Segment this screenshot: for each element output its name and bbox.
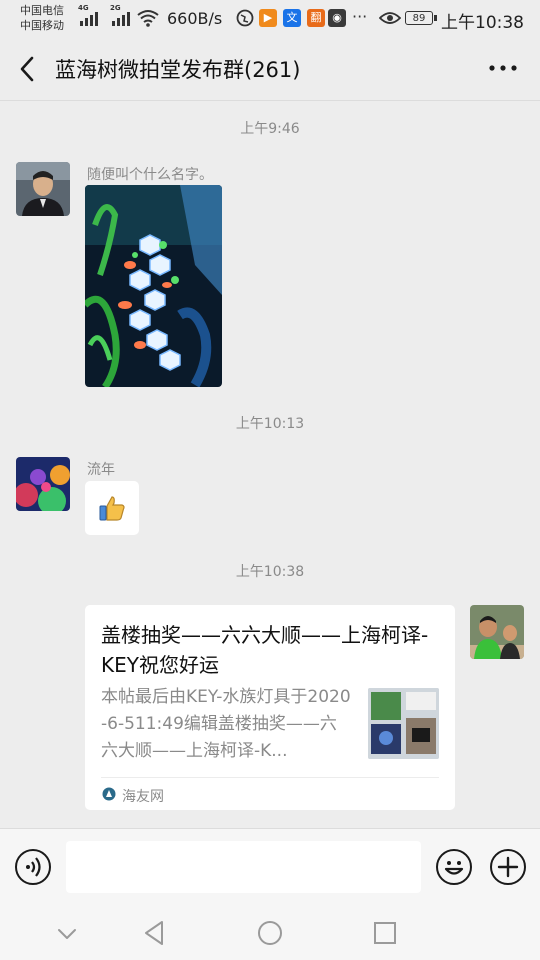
app-icon-red: 翻 — [307, 9, 325, 27]
back-icon[interactable] — [14, 52, 42, 86]
avatar-sender-2[interactable] — [16, 457, 70, 511]
carrier-2: 中国移动 — [20, 19, 64, 32]
eye-icon — [379, 12, 401, 24]
app-icon-orange: ▶ — [259, 9, 277, 27]
nav-recents-icon[interactable] — [370, 918, 400, 948]
timestamp-2: 上午10:13 — [235, 416, 305, 432]
wifi-icon — [137, 10, 159, 27]
timestamp-3: 上午10:38 — [235, 564, 305, 580]
app-icon-blue: 文 — [283, 9, 301, 27]
chat-title: 蓝海树微拍堂发布群(261) — [55, 58, 301, 82]
link-card-source: 海友网 — [122, 789, 164, 805]
link-card-description: 本帖最后由KEY-水族灯具于2020-6-511:49编辑盖楼抽奖——六六大顺—… — [101, 687, 351, 761]
link-card-thumbnail — [368, 688, 439, 759]
source-app-icon — [102, 787, 116, 801]
plus-icon — [497, 856, 519, 878]
voice-icon — [26, 857, 41, 877]
link-card-message[interactable]: 盖楼抽奖——六六大顺——上海柯译-KEY祝您好运 本帖最后由KEY-水族灯具于2… — [85, 605, 455, 810]
sender-name-1: 随便叫个什么名字。 — [87, 167, 213, 183]
status-clock: 上午10:38 — [441, 13, 524, 33]
timestamp-1: 上午9:46 — [240, 121, 300, 137]
message-input[interactable] — [66, 841, 421, 893]
chat-header: 蓝海树微拍堂发布群(261) — [0, 38, 540, 101]
link-card-title: 盖楼抽奖——六六大顺——上海柯译-KEY祝您好运 — [101, 623, 429, 677]
nav-back-icon[interactable] — [140, 918, 170, 948]
voice-input-button[interactable] — [15, 849, 51, 885]
image-message[interactable] — [85, 185, 222, 387]
app-icon-dark: ◉ — [328, 9, 346, 27]
battery-icon: 89 — [405, 11, 437, 25]
signal-icon-2: 2G — [110, 4, 130, 26]
carrier-labels: 中国电信 中国移动 — [20, 3, 64, 33]
hide-keyboard-icon[interactable] — [52, 918, 82, 948]
avatar-self[interactable] — [470, 605, 524, 659]
more-notifications-icon: ··· — [352, 7, 368, 26]
more-options-icon[interactable] — [488, 58, 518, 78]
status-bar: 中国电信 中国移动 4G 2G 660B/s ▶ 文 翻 ◉ ··· 89 上午… — [0, 0, 540, 38]
carrier-1: 中国电信 — [20, 4, 64, 17]
emoji-button[interactable] — [436, 849, 472, 885]
sender-name-2: 流年 — [87, 462, 115, 478]
input-bar — [0, 828, 540, 907]
avatar-sender-1[interactable] — [16, 162, 70, 216]
signal-icon: 4G — [78, 4, 98, 26]
smiley-icon — [444, 861, 464, 875]
network-speed: 660B/s — [167, 9, 223, 28]
thumbs-up-icon — [99, 496, 125, 521]
more-functions-button[interactable] — [490, 849, 526, 885]
emoji-message[interactable] — [85, 481, 139, 535]
browser-icon — [236, 9, 254, 27]
nav-home-icon[interactable] — [255, 918, 285, 948]
system-nav-bar — [0, 906, 540, 960]
link-card-divider — [101, 777, 439, 778]
